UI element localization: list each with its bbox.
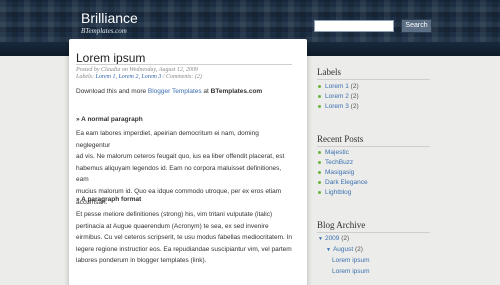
archive-month-count: (2)	[355, 246, 363, 253]
recent-post-link[interactable]: Majestic	[325, 149, 349, 156]
label-link[interactable]: Lorem 2	[325, 93, 349, 100]
download-mid: at	[201, 88, 211, 95]
bullet-icon	[318, 160, 321, 164]
recent-post-item[interactable]: Lightblog	[318, 189, 351, 196]
recent-post-link[interactable]: Dark Elegance	[325, 179, 368, 186]
label-count: (2)	[350, 103, 359, 110]
bullet-icon	[318, 104, 321, 108]
download-line: Download this and more Blogger Templates…	[76, 86, 294, 98]
label-link[interactable]: Lorem 1	[325, 83, 349, 90]
search-button[interactable]: Search	[401, 19, 432, 33]
paragraph-2-line: eirmibus. Cu vel ceteros scripserit, te …	[76, 234, 293, 241]
recent-posts-divider	[317, 146, 430, 147]
paragraph-2-line: legere regione instructior eos. Ea repud…	[76, 245, 292, 253]
label-link[interactable]: Lorem 3	[325, 103, 349, 110]
download-prefix: Download this and more	[76, 88, 148, 95]
subhead-paragraph-format: » A paragraph format	[76, 196, 142, 203]
archive-month-item[interactable]: ▼ August (2)	[326, 246, 363, 253]
blogger-templates-link[interactable]: Blogger Templates	[148, 88, 202, 95]
label-count: (2)	[350, 93, 359, 100]
archive-post-link[interactable]: Lorem ipsum	[332, 257, 370, 264]
subhead-normal-paragraph: » A normal paragraph	[76, 116, 143, 123]
labels-divider	[317, 79, 430, 80]
recent-post-item[interactable]: Masigasig	[318, 169, 354, 176]
archive-year-link[interactable]: 2009	[325, 235, 339, 242]
recent-post-item[interactable]: Dark Elegance	[318, 179, 368, 186]
label-item[interactable]: Lorem 3 (2)	[318, 103, 359, 110]
labels-widget-title: Labels	[317, 67, 341, 77]
post-meta-labels: Labels: Lorem 1, Lorem 2, Lorem 3 / Comm…	[76, 74, 202, 80]
archive-year-count: (2)	[341, 235, 350, 242]
archive-month-link[interactable]: August	[333, 246, 353, 253]
recent-post-item[interactable]: Majestic	[318, 149, 349, 156]
recent-posts-widget-title: Recent Posts	[317, 134, 364, 144]
blog-archive-divider	[317, 232, 430, 233]
bullet-icon	[318, 180, 321, 184]
recent-post-link[interactable]: Masigasig	[325, 169, 354, 176]
post-meta-posted: Posted by Claudia on Wednesday, August 1…	[76, 67, 198, 73]
blog-title[interactable]: Brilliance	[81, 10, 138, 26]
expand-triangle-icon[interactable]: ▼	[326, 247, 331, 253]
labels-prefix: Labels:	[76, 74, 96, 80]
paragraph-1-line: habemus aliquyam legendos id. Eam no cor…	[76, 164, 282, 184]
label-item[interactable]: Lorem 1 (2)	[318, 83, 359, 90]
recent-post-item[interactable]: TechBuzz	[318, 159, 353, 166]
bullet-icon	[318, 84, 321, 88]
archive-year-item[interactable]: ▼ 2009 (2)	[318, 235, 349, 242]
bullet-icon	[318, 94, 321, 98]
paragraph-2-line: labores ponderum in blogger templates (l…	[76, 257, 207, 264]
paragraph-2-line: Et pesse meliore definitiones (strong) h…	[76, 211, 273, 218]
search-input[interactable]	[314, 20, 394, 32]
blog-archive-widget-title: Blog Archive	[317, 220, 366, 230]
bullet-icon	[318, 190, 321, 194]
bullet-icon	[318, 170, 321, 174]
recent-post-link[interactable]: TechBuzz	[325, 159, 353, 166]
paragraph-2-line: pertinacia at Augue quaerendum (Acronym)…	[76, 222, 269, 230]
post-title[interactable]: Lorem ipsum	[76, 51, 145, 65]
expand-triangle-icon[interactable]: ▼	[318, 236, 323, 242]
bullet-icon	[318, 150, 321, 154]
recent-post-link[interactable]: Lightblog	[325, 189, 351, 196]
archive-post-link[interactable]: Lorem ipsum	[332, 268, 370, 275]
blog-subtitle: BTemplates.com	[81, 27, 127, 35]
label-count: (2)	[350, 83, 359, 90]
post-comments-count[interactable]: / Comments: (2)	[161, 74, 202, 80]
paragraph-1-line: ad vis. Ne malorum ceteros feugait quo, …	[76, 153, 285, 160]
paragraph-2: Et pesse meliore definitiones (strong) h…	[76, 209, 294, 267]
btemplates-site: BTemplates.com	[210, 88, 263, 95]
post-label-links[interactable]: Lorem 1, Lorem 2, Lorem 3	[96, 74, 162, 80]
label-item[interactable]: Lorem 2 (2)	[318, 93, 359, 100]
paragraph-1-line: Ea eam labores imperdiet, apeirian democ…	[76, 130, 259, 149]
post-title-divider	[76, 64, 292, 65]
